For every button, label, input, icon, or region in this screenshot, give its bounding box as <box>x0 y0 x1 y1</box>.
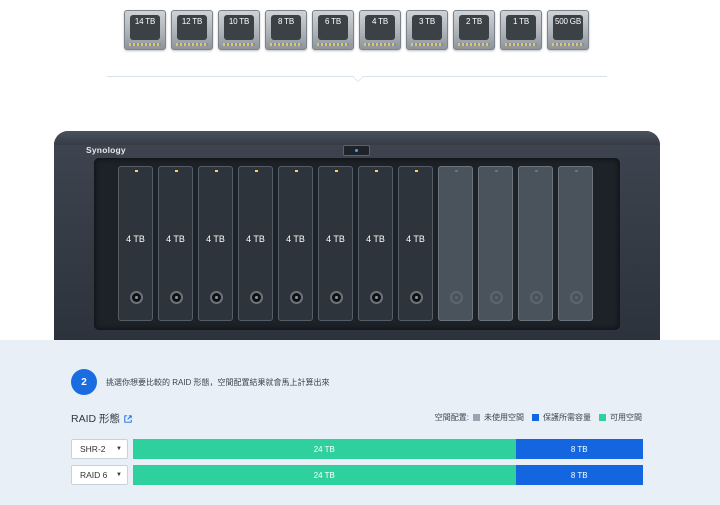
drive-bay-empty[interactable] <box>558 166 593 321</box>
status-led <box>575 170 578 172</box>
disk-option[interactable]: 4 TB <box>359 10 401 50</box>
legend-usable-label: 可用空間 <box>610 413 642 422</box>
drive-bay-empty[interactable] <box>478 166 513 321</box>
bay-capacity-label: 4 TB <box>286 234 305 244</box>
disk-option[interactable]: 12 TB <box>171 10 213 50</box>
drive-bay[interactable]: 4 TB <box>118 166 153 321</box>
protection-space-segment: 8 TB <box>515 439 643 459</box>
disk-option[interactable]: 1 TB <box>500 10 542 50</box>
disk-option[interactable]: 6 TB <box>312 10 354 50</box>
step-number-badge: 2 <box>71 369 97 395</box>
disk-option[interactable]: 500 GB <box>547 10 589 50</box>
tray-latch-icon <box>250 291 263 304</box>
tray-latch-icon <box>290 291 303 304</box>
bay-capacity-label: 4 TB <box>126 234 145 244</box>
status-led <box>135 170 138 172</box>
drive-bay[interactable]: 4 TB <box>238 166 273 321</box>
disk-capacity-label: 14 TB <box>134 17 156 26</box>
dropdown-caret-icon: ▼ <box>116 446 122 452</box>
status-led <box>215 170 218 172</box>
status-led <box>415 170 418 172</box>
raid-type-value: RAID 6 <box>80 470 108 480</box>
capacity-bar: 24 TB 8 TB <box>133 465 643 485</box>
drive-bay[interactable]: 4 TB <box>278 166 313 321</box>
bay-capacity-label: 4 TB <box>246 234 265 244</box>
protection-swatch <box>532 414 539 421</box>
drive-bay[interactable]: 4 TB <box>398 166 433 321</box>
disk-option[interactable]: 8 TB <box>265 10 307 50</box>
unused-swatch <box>473 414 480 421</box>
power-button <box>343 145 370 156</box>
status-led <box>175 170 178 172</box>
disk-option[interactable]: 2 TB <box>453 10 495 50</box>
space-allocation-legend: 空間配置: 未使用空間 保護所需容量 可用空間 <box>435 412 642 423</box>
legend-protection-label: 保護所需容量 <box>543 413 591 422</box>
disk-picker: 14 TB 12 TB 10 TB 8 TB 6 TB 4 TB 3 TB 2 … <box>124 10 589 50</box>
disk-capacity-label: 3 TB <box>419 17 435 26</box>
raid-type-heading: RAID 形態 <box>71 411 132 426</box>
bay-capacity-label: 4 TB <box>206 234 225 244</box>
tray-latch-icon <box>370 291 383 304</box>
divider-notch-inner <box>353 76 363 81</box>
drive-bays: 4 TB 4 TB 4 TB 4 TB 4 TB 4 TB 4 TB 4 TB <box>118 166 593 321</box>
drive-bay[interactable]: 4 TB <box>198 166 233 321</box>
usable-space-segment: 24 TB <box>133 439 516 459</box>
legend-unused-label: 未使用空間 <box>484 413 524 422</box>
status-led <box>535 170 538 172</box>
disk-capacity-label: 10 TB <box>228 17 250 26</box>
status-led <box>455 170 458 172</box>
status-led <box>255 170 258 172</box>
status-led <box>495 170 498 172</box>
dropdown-caret-icon: ▼ <box>116 472 122 478</box>
disk-option[interactable]: 10 TB <box>218 10 260 50</box>
raid-type-select[interactable]: RAID 6 ▼ <box>71 465 128 485</box>
tray-latch-icon <box>170 291 183 304</box>
raid-type-select[interactable]: SHR-2 ▼ <box>71 439 128 459</box>
tray-latch-icon <box>490 291 503 304</box>
legend-title: 空間配置: <box>434 413 469 422</box>
disk-capacity-label: 4 TB <box>372 17 388 26</box>
raid-type-value: SHR-2 <box>80 444 106 454</box>
external-link-icon[interactable] <box>124 414 132 423</box>
usable-space-segment: 24 TB <box>133 465 516 485</box>
tray-latch-icon <box>130 291 143 304</box>
tray-latch-icon <box>530 291 543 304</box>
disk-capacity-label: 2 TB <box>466 17 482 26</box>
drive-bay[interactable]: 4 TB <box>158 166 193 321</box>
disk-capacity-label: 6 TB <box>325 17 341 26</box>
brand-logo: Synology <box>86 145 126 155</box>
disk-capacity-label: 1 TB <box>513 17 529 26</box>
raid-row: SHR-2 ▼ <box>71 439 128 459</box>
disk-option[interactable]: 3 TB <box>406 10 448 50</box>
raid-type-title: RAID 形態 <box>71 413 121 425</box>
usable-swatch <box>599 414 606 421</box>
tray-latch-icon <box>570 291 583 304</box>
disk-capacity-label: 12 TB <box>181 17 203 26</box>
tray-latch-icon <box>210 291 223 304</box>
bay-capacity-label: 4 TB <box>166 234 185 244</box>
step-instruction: 挑選你想要比較的 RAID 形態，空間配置結果就會馬上計算出來 <box>106 378 330 387</box>
tray-latch-icon <box>330 291 343 304</box>
drive-bay-empty[interactable] <box>518 166 553 321</box>
raid-row: RAID 6 ▼ <box>71 465 128 485</box>
status-led <box>375 170 378 172</box>
status-led <box>335 170 338 172</box>
disk-option[interactable]: 14 TB <box>124 10 166 50</box>
drive-bay-empty[interactable] <box>438 166 473 321</box>
status-led <box>295 170 298 172</box>
disk-capacity-label: 500 GB <box>555 17 581 26</box>
tray-latch-icon <box>410 291 423 304</box>
drive-bay[interactable]: 4 TB <box>318 166 353 321</box>
drive-bay[interactable]: 4 TB <box>358 166 393 321</box>
disk-capacity-label: 8 TB <box>278 17 294 26</box>
capacity-bar: 24 TB 8 TB <box>133 439 643 459</box>
bay-capacity-label: 4 TB <box>366 234 385 244</box>
bay-capacity-label: 4 TB <box>326 234 345 244</box>
nas-top-edge <box>54 131 660 145</box>
tray-latch-icon <box>450 291 463 304</box>
bay-capacity-label: 4 TB <box>406 234 425 244</box>
protection-space-segment: 8 TB <box>515 465 643 485</box>
